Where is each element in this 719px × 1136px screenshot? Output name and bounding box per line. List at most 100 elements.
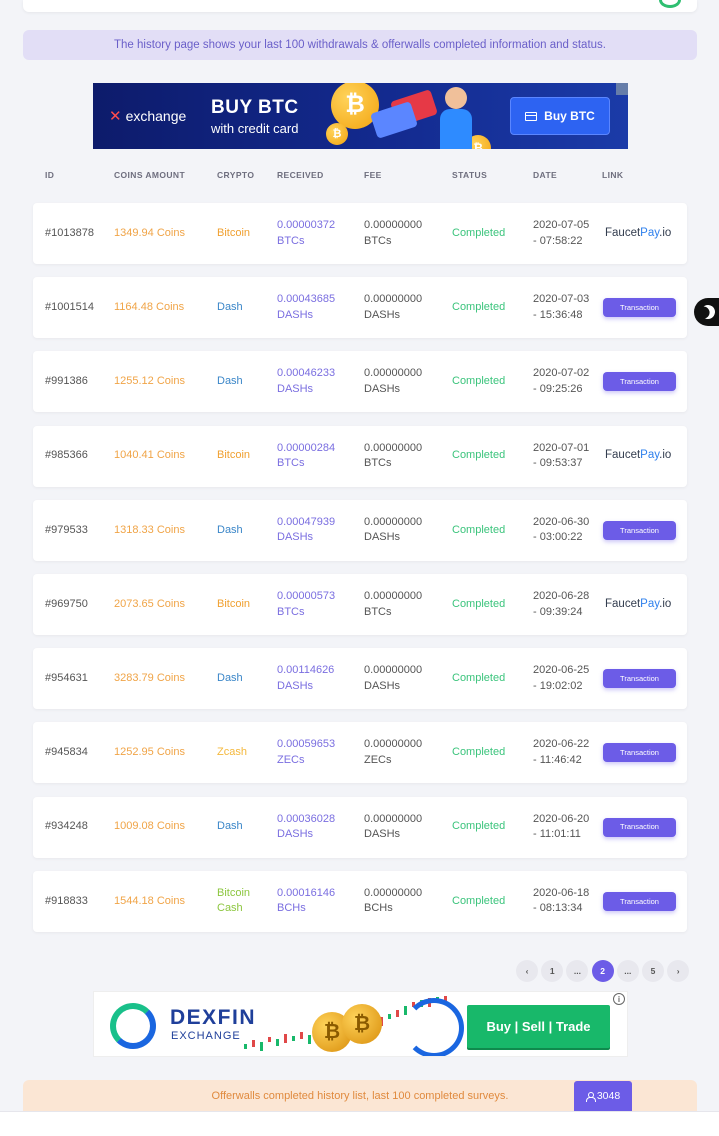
- dexfin-ring-graphic: [404, 998, 464, 1056]
- table-row: #954631 3283.79 Coins Dash 0.00114626 DASHs…: [33, 648, 687, 710]
- received-amount: 0.00046233 DASHs: [277, 367, 336, 395]
- buy-sell-trade-button[interactable]: Buy | Sell | Trade: [467, 1005, 610, 1048]
- table-row: #934248 1009.08 Coins Dash 0.00036028 DASHs…: [33, 796, 687, 858]
- withdrawal-date: 2020-06-18 - 08:13:34: [533, 886, 590, 915]
- candle-mark: [244, 1044, 247, 1049]
- withdrawal-date: 2020-07-03 - 15:36:48: [533, 293, 590, 321]
- withdrawal-date: 2020-07-05 - 07:58:22: [533, 219, 590, 247]
- candle-mark: [308, 1035, 311, 1044]
- transaction-button[interactable]: Transaction: [603, 520, 676, 540]
- received-amount: 0.00000573 BTCs: [277, 590, 336, 618]
- top-card: [23, 0, 697, 12]
- withdrawal-id: #985366: [45, 449, 88, 462]
- fee-amount: 0.00000000 DASHs: [364, 367, 423, 395]
- exchange-logo-text: exchange: [125, 108, 187, 124]
- header-coins-amount: COINS AMOUNT: [114, 170, 186, 180]
- fee-amount: 0.00000000 DASHs: [364, 664, 423, 692]
- fee-amount: 0.00000000 BTCs: [364, 441, 423, 470]
- received-amount: 0.00036028 DASHs: [277, 812, 336, 841]
- withdrawal-id: #991386: [45, 375, 88, 388]
- coins-amount: 1252.95 Coins: [114, 746, 185, 759]
- ad-headline: BUY BTC: [211, 97, 299, 118]
- candle-mark: [252, 1040, 255, 1047]
- person-illustration: [445, 87, 467, 109]
- status-badge: Completed: [452, 746, 506, 759]
- status-badge: Completed: [452, 449, 506, 462]
- table-row: #969750 2073.65 Coins Bitcoin 0.00000573 BT…: [33, 574, 687, 635]
- withdrawal-id: #954631: [45, 671, 88, 684]
- header-received: RECEIVED: [277, 170, 324, 180]
- status-badge: Completed: [452, 226, 506, 239]
- candle-mark: [276, 1039, 279, 1046]
- transaction-button[interactable]: Transaction: [603, 891, 676, 911]
- faucetpay-link[interactable]: FaucetPay.io: [605, 597, 671, 613]
- user-icon: [585, 1091, 596, 1102]
- crypto-name: Bitcoin Cash: [217, 886, 251, 915]
- crypto-name: Zcash: [217, 746, 247, 759]
- transaction-button[interactable]: Transaction: [603, 743, 676, 763]
- ad-info-icon[interactable]: i: [613, 993, 625, 1005]
- status-indicator-icon: [659, 0, 681, 8]
- crypto-name: Dash: [217, 523, 243, 536]
- pagination-page-0[interactable]: 1: [541, 960, 564, 982]
- status-badge: Completed: [452, 671, 506, 684]
- link-cell: Transaction: [602, 500, 676, 561]
- coins-amount: 1349.94 Coins: [114, 226, 185, 239]
- withdrawal-id: #934248: [45, 820, 88, 833]
- withdrawal-date: 2020-06-28 - 09:39:24: [533, 590, 590, 618]
- crypto-name: Bitcoin: [217, 449, 251, 462]
- card-icon: [525, 111, 538, 121]
- transaction-button[interactable]: Transaction: [603, 298, 676, 318]
- table-row: #979533 1318.33 Coins Dash 0.00047939 DASHs…: [33, 499, 687, 561]
- ad-choices-icon[interactable]: [616, 83, 628, 95]
- transaction-button[interactable]: Transaction: [603, 372, 676, 392]
- buy-btc-ad-banner[interactable]: ✕ exchange BUY BTC with credit card ₿ ₿ …: [93, 83, 628, 149]
- coins-amount: 1544.18 Coins: [114, 894, 185, 907]
- faucetpay-link[interactable]: FaucetPay.io: [605, 448, 671, 464]
- pagination-page-4[interactable]: 5: [642, 960, 664, 982]
- header-id: ID: [45, 170, 55, 180]
- faucetpay-link-part: Pay: [640, 226, 660, 239]
- faucetpay-link-part: Faucet: [605, 226, 641, 239]
- pagination-page-1[interactable]: ...: [566, 960, 589, 982]
- candle-mark: [268, 1037, 271, 1042]
- online-users-badge[interactable]: 3048: [574, 1081, 632, 1111]
- pagination-page-2[interactable]: 2: [591, 960, 614, 982]
- withdrawal-date: 2020-06-30 - 03:00:22: [533, 515, 590, 544]
- candle-mark: [260, 1042, 263, 1051]
- link-cell: Transaction: [602, 648, 676, 709]
- pagination-page-3[interactable]: ...: [616, 960, 639, 982]
- withdrawal-id: #979533: [45, 523, 88, 536]
- exchange-logo-icon: ✕: [109, 108, 122, 125]
- header-status: STATUS: [452, 170, 488, 180]
- table-row: #1001514 1164.48 Coins Dash 0.00043685 DASH…: [33, 277, 687, 339]
- status-badge: Completed: [452, 820, 506, 833]
- table-row: #945834 1252.95 Coins Zcash 0.00059653 ZECs…: [33, 722, 687, 784]
- faucetpay-link-part: .io: [659, 449, 672, 462]
- coins-amount: 1318.33 Coins: [114, 523, 185, 536]
- pagination-prev-button[interactable]: ‹: [516, 960, 538, 982]
- withdrawal-id: #969750: [45, 597, 88, 610]
- ad-subline: with credit card: [211, 121, 299, 136]
- buy-btc-button-label: Buy BTC: [544, 109, 595, 123]
- header-link: LINK: [602, 170, 624, 180]
- coins-amount: 2073.65 Coins: [114, 597, 185, 610]
- transaction-button[interactable]: Transaction: [603, 669, 676, 689]
- header-crypto: CRYPTO: [217, 170, 255, 180]
- withdrawal-date: 2020-06-20 - 11:01:11: [533, 812, 590, 841]
- pagination-next-button[interactable]: ›: [667, 960, 690, 982]
- transaction-button[interactable]: Transaction: [603, 817, 676, 837]
- dark-mode-toggle[interactable]: [694, 298, 719, 326]
- dexfin-logo-icon: [110, 1003, 156, 1049]
- person-illustration-body: [440, 109, 472, 149]
- dexfin-ad-banner[interactable]: DEXFIN EXCHANGE ₿ ₿ Buy | Sell | Trade i: [93, 991, 628, 1057]
- buy-btc-button[interactable]: Buy BTC: [510, 97, 610, 135]
- received-amount: 0.00047939 DASHs: [277, 515, 336, 544]
- withdrawal-date: 2020-06-22 - 11:46:42: [533, 738, 590, 766]
- faucetpay-link[interactable]: FaucetPay.io: [605, 226, 671, 242]
- crypto-name: Bitcoin: [217, 226, 251, 239]
- crypto-name: Dash: [217, 375, 243, 388]
- link-cell: FaucetPay.io: [602, 426, 671, 487]
- moon-icon: [699, 303, 717, 321]
- faucetpay-link-part: Pay: [640, 449, 660, 462]
